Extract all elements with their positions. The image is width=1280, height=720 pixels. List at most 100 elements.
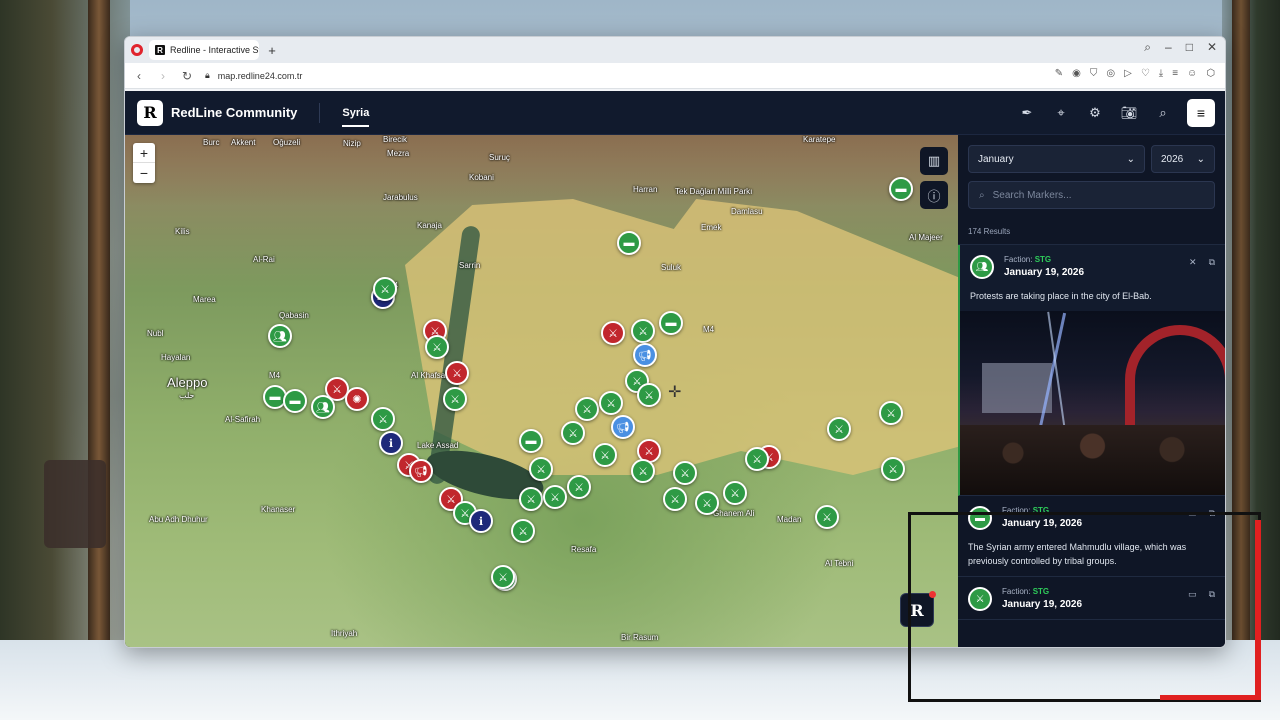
video-icon[interactable]: ▭ bbox=[1188, 508, 1197, 519]
map-marker-military[interactable]: ⚔ bbox=[511, 519, 535, 543]
external-link-icon[interactable]: ⧉ bbox=[1209, 508, 1215, 519]
profile-icon[interactable]: ☺ bbox=[1187, 68, 1197, 79]
zoom-in-button[interactable]: + bbox=[133, 143, 155, 163]
map-marker-military[interactable]: ⚔ bbox=[663, 487, 687, 511]
card-actions: ✕ ⧉ bbox=[1189, 257, 1215, 268]
map-marker-info[interactable]: ℹ bbox=[469, 509, 493, 533]
map-marker-military[interactable]: ⚔ bbox=[599, 391, 623, 415]
map-marker-military[interactable]: ⚔ bbox=[673, 461, 697, 485]
video-icon[interactable]: ▭ bbox=[1188, 589, 1197, 600]
map-marker-military[interactable]: ⚔ bbox=[519, 487, 543, 511]
heart-icon[interactable]: ♡ bbox=[1141, 68, 1150, 79]
forward-button[interactable]: › bbox=[157, 69, 169, 83]
map-marker-announcement[interactable]: 📢︎ bbox=[611, 415, 635, 439]
map-marker-vehicle[interactable]: ▬ bbox=[889, 177, 913, 201]
external-link-icon[interactable]: ⧉ bbox=[1209, 589, 1215, 600]
map-marker-military[interactable]: ⚔ bbox=[745, 447, 769, 471]
vpn-icon[interactable]: ◎ bbox=[1106, 68, 1115, 79]
map-view[interactable]: + − ▥ ⓘ Burc Akkent Oğuzeli Nizip Bireci… bbox=[125, 135, 958, 647]
map-marker-military[interactable]: ⚔ bbox=[593, 443, 617, 467]
search-markers-input[interactable]: ⌕ Search Markers... bbox=[968, 181, 1215, 209]
camera-icon[interactable]: ◉ bbox=[1072, 68, 1081, 79]
map-marker-military[interactable]: ⚔ bbox=[543, 485, 567, 509]
map-marker-military[interactable]: ⚔ bbox=[827, 417, 851, 441]
place-label: Marea bbox=[193, 295, 216, 304]
map-marker-hostile[interactable]: ⚔ bbox=[601, 321, 625, 345]
play-icon[interactable]: ▷ bbox=[1124, 68, 1132, 79]
map-marker-hostile[interactable]: ⚔ bbox=[445, 361, 469, 385]
map-marker-military[interactable]: ⚔ bbox=[491, 565, 515, 589]
map-marker-military[interactable]: ⚔ bbox=[371, 407, 395, 431]
month-select[interactable]: January ⌄ bbox=[968, 145, 1145, 173]
year-select[interactable]: 2026 ⌄ bbox=[1151, 145, 1215, 173]
map-marker-military[interactable]: ⚔ bbox=[373, 277, 397, 301]
map-marker-military[interactable]: ⚔ bbox=[637, 383, 661, 407]
edit-icon[interactable]: ✎ bbox=[1055, 68, 1063, 79]
map-marker-military[interactable]: ⚔ bbox=[443, 387, 467, 411]
map-marker-military[interactable]: ⚔ bbox=[631, 459, 655, 483]
url-field[interactable]: 🔒︎ map.redline24.com.tr bbox=[205, 70, 302, 81]
hamburger-menu-button[interactable]: ≡ bbox=[1187, 99, 1215, 127]
cube-icon[interactable]: ⬡ bbox=[1206, 68, 1215, 79]
place-label: Hayalan bbox=[161, 353, 191, 362]
menu-lines-icon[interactable]: ≡ bbox=[1172, 68, 1178, 79]
app-title[interactable]: RedLine Community bbox=[171, 105, 297, 120]
map-marker-military[interactable]: ⚔ bbox=[425, 335, 449, 359]
reload-button[interactable]: ↻ bbox=[181, 69, 193, 83]
marker-card[interactable]: ⚔ Faction: STG January 19, 2026 ▭ ⧉ bbox=[958, 577, 1225, 620]
map-marker-military[interactable]: ⚔ bbox=[561, 421, 585, 445]
map-marker-military[interactable]: ⚔ bbox=[631, 319, 655, 343]
map-marker-announcement[interactable]: 📢︎ bbox=[409, 459, 433, 483]
place-label: Tek Dağları Milli Parkı bbox=[675, 187, 753, 196]
map-marker-military[interactable]: ⚔ bbox=[881, 457, 905, 481]
place-label: Suluk bbox=[661, 263, 682, 272]
place-label: Resafa bbox=[571, 545, 597, 554]
redline-floating-button[interactable]: R bbox=[900, 591, 936, 627]
map-crosshair-icon: ✛ bbox=[668, 384, 682, 401]
opera-logo-icon[interactable] bbox=[131, 44, 143, 56]
back-button[interactable]: ‹ bbox=[133, 69, 145, 83]
card-photo[interactable] bbox=[960, 311, 1225, 495]
map-marker-protest[interactable]: 👥︎ bbox=[268, 324, 292, 348]
map-marker-military[interactable]: ⚔ bbox=[567, 475, 591, 499]
external-link-icon[interactable]: ⧉ bbox=[1209, 257, 1215, 268]
marker-card[interactable]: ▬ Faction: STG January 19, 2026 ▭ ⧉ The … bbox=[958, 496, 1225, 577]
search-icon[interactable]: ⌕ bbox=[1153, 103, 1173, 123]
close-window-button[interactable]: ✕ bbox=[1207, 40, 1217, 55]
download-icon[interactable]: ⤓ bbox=[1159, 68, 1163, 79]
map-marker-vehicle[interactable]: ▬ bbox=[283, 389, 307, 413]
map-pin-icon[interactable]: ⌖ bbox=[1051, 103, 1071, 123]
zoom-out-button[interactable]: − bbox=[133, 163, 155, 183]
map-marker-military[interactable]: ⚔ bbox=[695, 491, 719, 515]
browser-search-icon[interactable]: ⌕ bbox=[1144, 40, 1151, 55]
maximize-button[interactable]: □ bbox=[1186, 40, 1193, 55]
place-label: Ithriyah bbox=[331, 629, 358, 638]
marker-card[interactable]: 👥︎ Faction: STG January 19, 2026 ✕ ⧉ Pro… bbox=[958, 245, 1225, 496]
map-marker-protest[interactable]: 👥︎ bbox=[311, 395, 335, 419]
map-marker-military[interactable]: ⚔ bbox=[815, 505, 839, 529]
map-marker-announcement[interactable]: 📢︎ bbox=[633, 343, 657, 367]
map-layers-button[interactable]: ▥ bbox=[920, 147, 948, 175]
close-icon[interactable]: ✕ bbox=[1189, 257, 1197, 268]
map-marker-military[interactable]: ⚔ bbox=[879, 401, 903, 425]
tab-syria[interactable]: Syria bbox=[342, 103, 369, 127]
map-marker-military[interactable]: ⚔ bbox=[529, 457, 553, 481]
map-marker-military[interactable]: ⚔ bbox=[575, 397, 599, 421]
shield-icon[interactable]: ⛉ bbox=[1090, 68, 1098, 79]
map-info-button[interactable]: ⓘ bbox=[920, 181, 948, 209]
draw-pen-icon[interactable]: ✒ bbox=[1017, 103, 1037, 123]
browser-tab[interactable]: R Redline - Interactive Strat bbox=[149, 40, 259, 60]
map-marker-military[interactable]: ⚔ bbox=[723, 481, 747, 505]
place-label-aleppo-arabic: حلب bbox=[179, 391, 195, 400]
app-logo[interactable]: R bbox=[137, 99, 163, 126]
map-marker-explosion[interactable]: ✺ bbox=[345, 387, 369, 411]
minimize-button[interactable]: – bbox=[1165, 40, 1172, 55]
new-tab-button[interactable]: + bbox=[265, 43, 279, 58]
map-marker-vehicle[interactable]: ▬ bbox=[659, 311, 683, 335]
camera-icon[interactable]: 📷︎ bbox=[1119, 103, 1139, 123]
place-label: Damlasu bbox=[731, 207, 763, 216]
map-marker-info[interactable]: ℹ bbox=[379, 431, 403, 455]
map-marker-vehicle[interactable]: ▬ bbox=[519, 429, 543, 453]
map-marker-vehicle[interactable]: ▬ bbox=[617, 231, 641, 255]
settings-gear-icon[interactable]: ⚙ bbox=[1085, 103, 1105, 123]
